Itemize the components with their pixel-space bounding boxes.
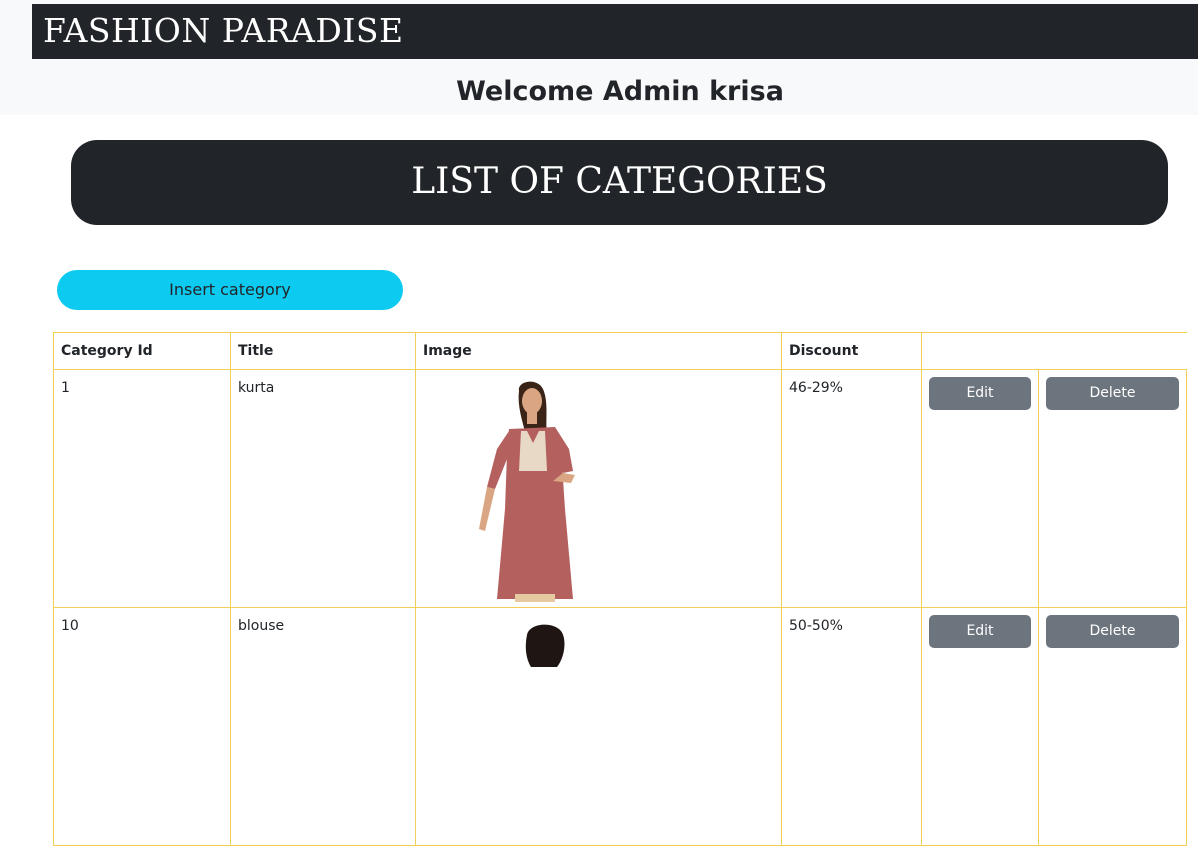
- page-title: LIST OF CATEGORIES: [411, 161, 828, 202]
- category-title-cell: blouse: [230, 607, 416, 846]
- category-image-kurta: [457, 379, 617, 607]
- column-header-title: Title: [230, 332, 416, 370]
- column-header-category-id: Category Id: [53, 332, 231, 370]
- delete-button[interactable]: Delete: [1046, 377, 1179, 410]
- category-id-cell: 1: [53, 369, 231, 608]
- edit-cell: Edit: [921, 369, 1039, 608]
- edit-button[interactable]: Edit: [929, 377, 1031, 410]
- edit-cell: Edit: [921, 607, 1039, 846]
- categories-table: Category Id Title Image Discount 1 kurta: [53, 332, 1187, 846]
- category-image-blouse: [457, 617, 617, 845]
- category-id-cell: 10: [53, 607, 231, 846]
- table-row: 10 blouse 50-50% Edit Delete: [53, 607, 1187, 846]
- welcome-heading: Welcome Admin krisa: [456, 76, 784, 107]
- category-title-cell: kurta: [230, 369, 416, 608]
- page-title-banner: LIST OF CATEGORIES: [71, 140, 1168, 225]
- discount-cell: 46-29%: [781, 369, 922, 608]
- navbar: FASHION PARADISE: [32, 4, 1198, 59]
- delete-button[interactable]: Delete: [1046, 615, 1179, 648]
- brand-logo[interactable]: FASHION PARADISE: [43, 10, 404, 52]
- insert-category-button[interactable]: Insert category: [57, 270, 403, 310]
- column-header-image: Image: [415, 332, 782, 370]
- column-header-discount: Discount: [781, 332, 922, 370]
- delete-cell: Delete: [1038, 369, 1187, 608]
- edit-button[interactable]: Edit: [929, 615, 1031, 648]
- discount-cell: 50-50%: [781, 607, 922, 846]
- table-header-row: Category Id Title Image Discount: [53, 332, 1187, 370]
- delete-cell: Delete: [1038, 607, 1187, 846]
- category-image-cell: [415, 607, 782, 846]
- column-header-actions: [921, 332, 1187, 370]
- table-row: 1 kurta 46-29% Edit Delete: [53, 369, 1187, 608]
- category-image-cell: [415, 369, 782, 608]
